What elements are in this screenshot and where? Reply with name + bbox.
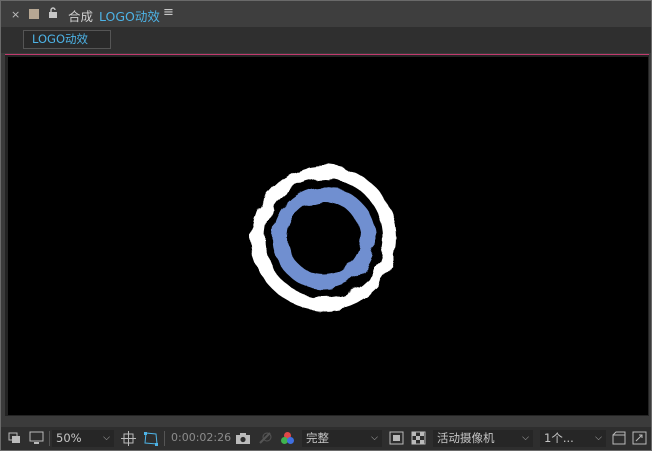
resolution-value: 完整 — [306, 431, 329, 445]
chevron-down-icon: ⌵ — [103, 433, 110, 443]
3d-view-icon[interactable] — [611, 431, 627, 445]
camera-view-value: 活动摄像机 — [437, 431, 495, 445]
grid-guide-options-icon[interactable] — [121, 431, 137, 446]
camera-snapshot-icon[interactable] — [235, 431, 251, 445]
toolbar-separator — [49, 431, 50, 446]
always-preview-icon[interactable] — [8, 431, 22, 445]
panel-color-swatch-icon — [29, 9, 39, 19]
chevron-down-icon: ⌵ — [522, 433, 529, 443]
lock-icon[interactable] — [48, 7, 58, 19]
view-layout-select[interactable]: 1个... ⌵ — [540, 430, 606, 447]
tab-logo-composition[interactable]: LOGO动效 — [23, 30, 111, 49]
current-time-display[interactable]: 0:00:02:26 — [171, 431, 231, 444]
viewer-canvas — [251, 165, 397, 311]
chevron-down-icon: ⌵ — [595, 433, 602, 443]
zoom-value: 50% — [56, 431, 82, 445]
transparency-grid-icon[interactable] — [411, 431, 426, 445]
panel-label: 合成 — [68, 9, 94, 24]
zoom-select[interactable]: 50% ⌵ — [52, 430, 114, 447]
composition-viewer[interactable] — [8, 57, 648, 415]
close-icon[interactable]: × — [11, 8, 20, 21]
composition-panel: × 合成 LOGO动效 ≡ LOGO动效 50% ⌵ 0:00:02:26 完整… — [0, 0, 652, 451]
panel-title-bar: × 合成 LOGO动效 ≡ — [1, 1, 651, 27]
reset-exposure-icon[interactable] — [632, 431, 647, 445]
logo-inner-ring — [272, 186, 376, 290]
composition-name: LOGO动效 — [99, 9, 160, 24]
composition-tab-row: LOGO动效 — [1, 27, 651, 53]
monitor-icon[interactable] — [29, 431, 44, 445]
region-of-interest-icon[interactable] — [389, 431, 404, 445]
camera-view-select[interactable]: 活动摄像机 ⌵ — [433, 430, 533, 447]
show-snapshot-icon[interactable] — [258, 431, 274, 445]
viewer-toolbar: 50% ⌵ 0:00:02:26 完整 ⌵ 活动摄像机 ⌵ 1个... ⌵ — [1, 427, 651, 450]
panel-menu-icon[interactable]: ≡ — [163, 5, 174, 20]
view-layout-value: 1个... — [544, 431, 574, 445]
chevron-down-icon: ⌵ — [371, 433, 378, 443]
resolution-select[interactable]: 完整 ⌵ — [302, 430, 382, 447]
mask-path-visibility-icon[interactable] — [143, 431, 159, 446]
channel-color-icon[interactable] — [280, 431, 295, 446]
toolbar-separator — [164, 431, 165, 446]
